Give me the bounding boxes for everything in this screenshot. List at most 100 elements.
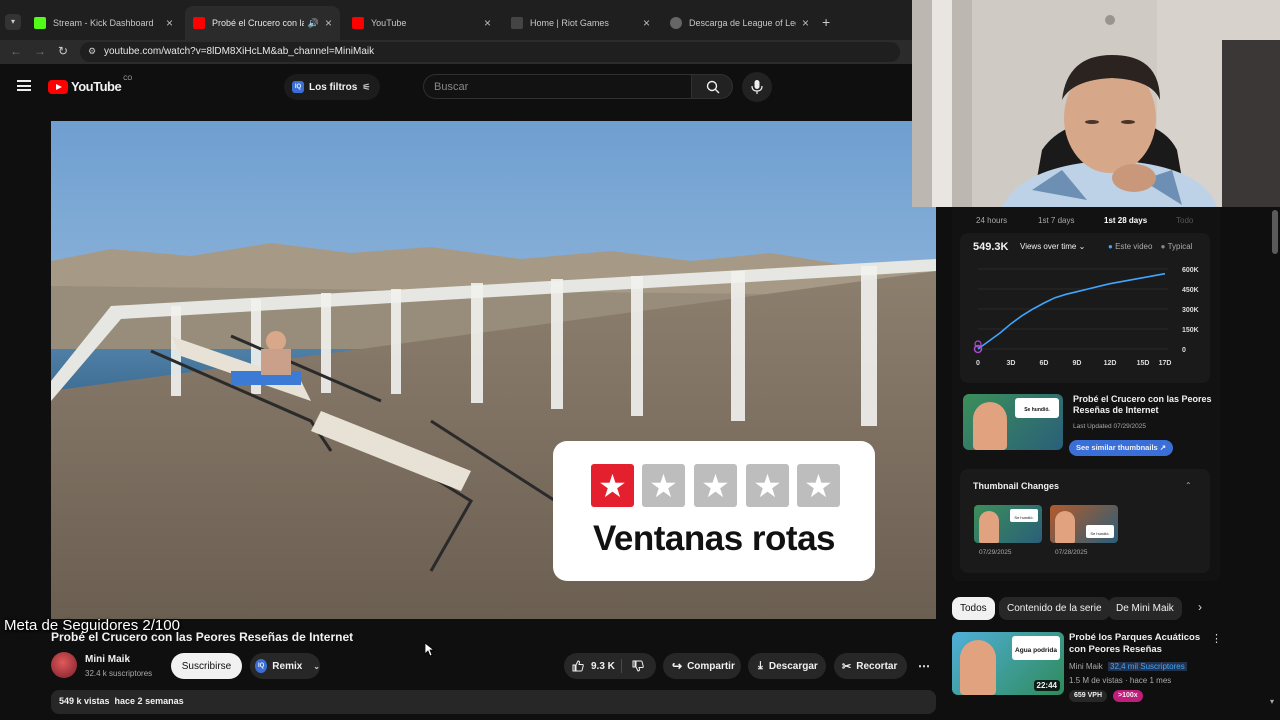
period-tab-active[interactable]: 1st 28 days [1104, 216, 1147, 225]
period-tab[interactable]: 1st 7 days [1038, 216, 1074, 225]
site-info-icon[interactable]: ⚙ [88, 46, 96, 57]
chevron-up-icon[interactable]: ⌃ [1185, 481, 1192, 490]
total-views: 549.3K [973, 241, 1009, 253]
star-icon: ★ [746, 464, 789, 507]
remix-button[interactable]: IQ Remix ⌄ [250, 653, 320, 679]
url-input[interactable]: ⚙ youtube.com/watch?v=8lDM8XiHcLM&ab_cha… [80, 42, 900, 62]
y-tick-label: 300K [1182, 307, 1199, 314]
x-tick-label: 6D [1040, 360, 1049, 367]
metric-select[interactable]: Views over time ⌄ [1020, 242, 1085, 251]
rating-card: ★ ★ ★ ★ ★ Ventanas rotas [553, 441, 875, 581]
youtube-icon [352, 17, 364, 29]
menu-icon[interactable] [17, 80, 31, 91]
browser-tab-league[interactable]: Descarga de League of Legend × [662, 6, 817, 40]
share-icon: ↪ [672, 659, 683, 673]
subscribe-label: Suscribirse [181, 660, 232, 672]
period-tab[interactable]: 24 hours [976, 216, 1007, 225]
views-line-chart: 600K 450K 300K 150K 0 0 3D 6D 9D 12D 15D 17D [973, 267, 1199, 367]
related-thumbnail[interactable]: Agua podrida 22:44 [952, 632, 1064, 695]
thumbnail-person [979, 511, 999, 543]
forward-icon[interactable]: → [34, 44, 46, 58]
thumbnail-change-item[interactable]: Se hundió. [974, 505, 1042, 543]
related-meta: 1.5 M de vistas · hace 1 mes [1069, 676, 1172, 685]
chevron-down-icon: ⌄ [1078, 242, 1086, 251]
badge-text: Agua podrida [1015, 647, 1057, 654]
chip-series[interactable]: Contenido de la serie [999, 597, 1110, 620]
speaker-icon[interactable]: 🔊 [308, 18, 319, 29]
close-icon[interactable]: × [325, 16, 332, 30]
reload-icon[interactable]: ↻ [58, 44, 68, 58]
scrollbar[interactable] [1272, 210, 1278, 254]
similar-thumbnails-button[interactable]: See similar thumbnails ↗ [1069, 440, 1174, 456]
microphone-icon [751, 80, 763, 94]
thumbnail-preview[interactable]: Se hundió. [963, 394, 1063, 450]
filters-label: Los filtros [309, 81, 358, 93]
share-button[interactable]: ↪ Compartir [663, 653, 741, 679]
thumbnail-badge: Agua podrida [1012, 636, 1060, 660]
period-tab[interactable]: Todo [1176, 216, 1193, 225]
download-button[interactable]: ⤓ Descargar [748, 653, 826, 679]
badge-text: Se hundió. [1014, 515, 1034, 520]
browser-tab-kick[interactable]: Stream - Kick Dashboard × [26, 6, 181, 40]
browser-tab-riot[interactable]: Home | Riot Games × [503, 6, 658, 40]
filters-button[interactable]: IQ Los filtros ⚟ [284, 74, 381, 100]
thumbs-down-icon[interactable] [632, 660, 644, 672]
analytics-panel: 24 hours 1st 7 days 1st 28 days Todo 549… [952, 207, 1220, 581]
more-actions-button[interactable]: ⋯ [912, 653, 936, 679]
webcam-overlay [912, 0, 1280, 207]
download-label: Descargar [768, 660, 818, 672]
change-date: 07/29/2025 [979, 549, 1012, 556]
youtube-logo[interactable]: YouTube CO [48, 76, 132, 94]
thumbnail-change-item[interactable]: Se hundió. [1050, 505, 1118, 543]
legend-label: Este video [1115, 242, 1153, 251]
thumbnail-person [1055, 511, 1075, 543]
video-player[interactable]: ★ ★ ★ ★ ★ Ventanas rotas [51, 121, 936, 619]
y-tick-label: 600K [1182, 267, 1199, 274]
video-title: Probé el Crucero con las Peores Reseñas … [51, 630, 354, 644]
sliders-icon: ⚟ [362, 81, 371, 92]
url-text: youtube.com/watch?v=8lDM8XiHcLM&ab_chann… [104, 46, 375, 57]
tab-title: Home | Riot Games [530, 18, 609, 28]
channel-avatar[interactable] [51, 652, 77, 678]
channel-name[interactable]: Mini Maik [85, 654, 130, 665]
youtube-header: YouTube CO IQ Los filtros ⚟ Buscar [0, 64, 912, 110]
scroll-down-icon[interactable]: ▾ [1270, 697, 1274, 706]
similar-label: See similar thumbnails ↗ [1076, 443, 1167, 452]
new-tab-button[interactable]: + [822, 14, 830, 30]
description-box[interactable]: 549 k vistas hace 2 semanas [51, 690, 936, 714]
clip-button[interactable]: ✂ Recortar [834, 653, 907, 679]
rating-card-text: Ventanas rotas [593, 519, 836, 558]
logo-text: YouTube [71, 79, 122, 94]
close-icon[interactable]: × [484, 16, 491, 30]
scissors-icon: ✂ [842, 660, 852, 673]
related-title[interactable]: Probé los Parques Acuáticos con Peores R… [1069, 632, 1204, 656]
chip-all[interactable]: Todos [952, 597, 995, 620]
voice-search-button[interactable] [742, 72, 772, 102]
tab-list-dropdown[interactable]: ▾ [5, 14, 21, 30]
subscribe-button[interactable]: Suscribirse [171, 653, 242, 679]
metric-label: Views over time [1020, 242, 1077, 251]
y-tick-label: 150K [1182, 327, 1199, 334]
like-button[interactable]: 9.3 K [564, 653, 656, 679]
back-icon[interactable]: ← [10, 44, 22, 58]
star-icon: ★ [694, 464, 737, 507]
x-tick-label: 3D [1007, 360, 1016, 367]
browser-tab-video[interactable]: Probé el Crucero con las Pe 🔊 × [185, 6, 340, 40]
search-input[interactable]: Buscar [423, 74, 691, 99]
search-icon [706, 80, 720, 94]
chip-channel[interactable]: De Mini Maik [1108, 597, 1182, 620]
related-channel-subs: 32,4 mil Suscriptores [1108, 662, 1187, 671]
related-channel[interactable]: Mini Maik [1069, 662, 1103, 671]
clip-label: Recortar [856, 660, 898, 672]
close-icon[interactable]: × [166, 16, 173, 30]
x-tick-label: 9D [1073, 360, 1082, 367]
webcam-feed [912, 0, 1280, 207]
subscriber-count: 32.4 k suscriptores [85, 669, 153, 678]
related-more-icon[interactable]: ⋮ [1211, 632, 1222, 645]
x-tick-label: 15D [1137, 360, 1150, 367]
close-icon[interactable]: × [802, 16, 809, 30]
browser-tab-youtube[interactable]: YouTube × [344, 6, 499, 40]
chevron-right-icon[interactable]: › [1198, 600, 1202, 614]
search-button[interactable] [691, 74, 733, 99]
close-icon[interactable]: × [643, 16, 650, 30]
